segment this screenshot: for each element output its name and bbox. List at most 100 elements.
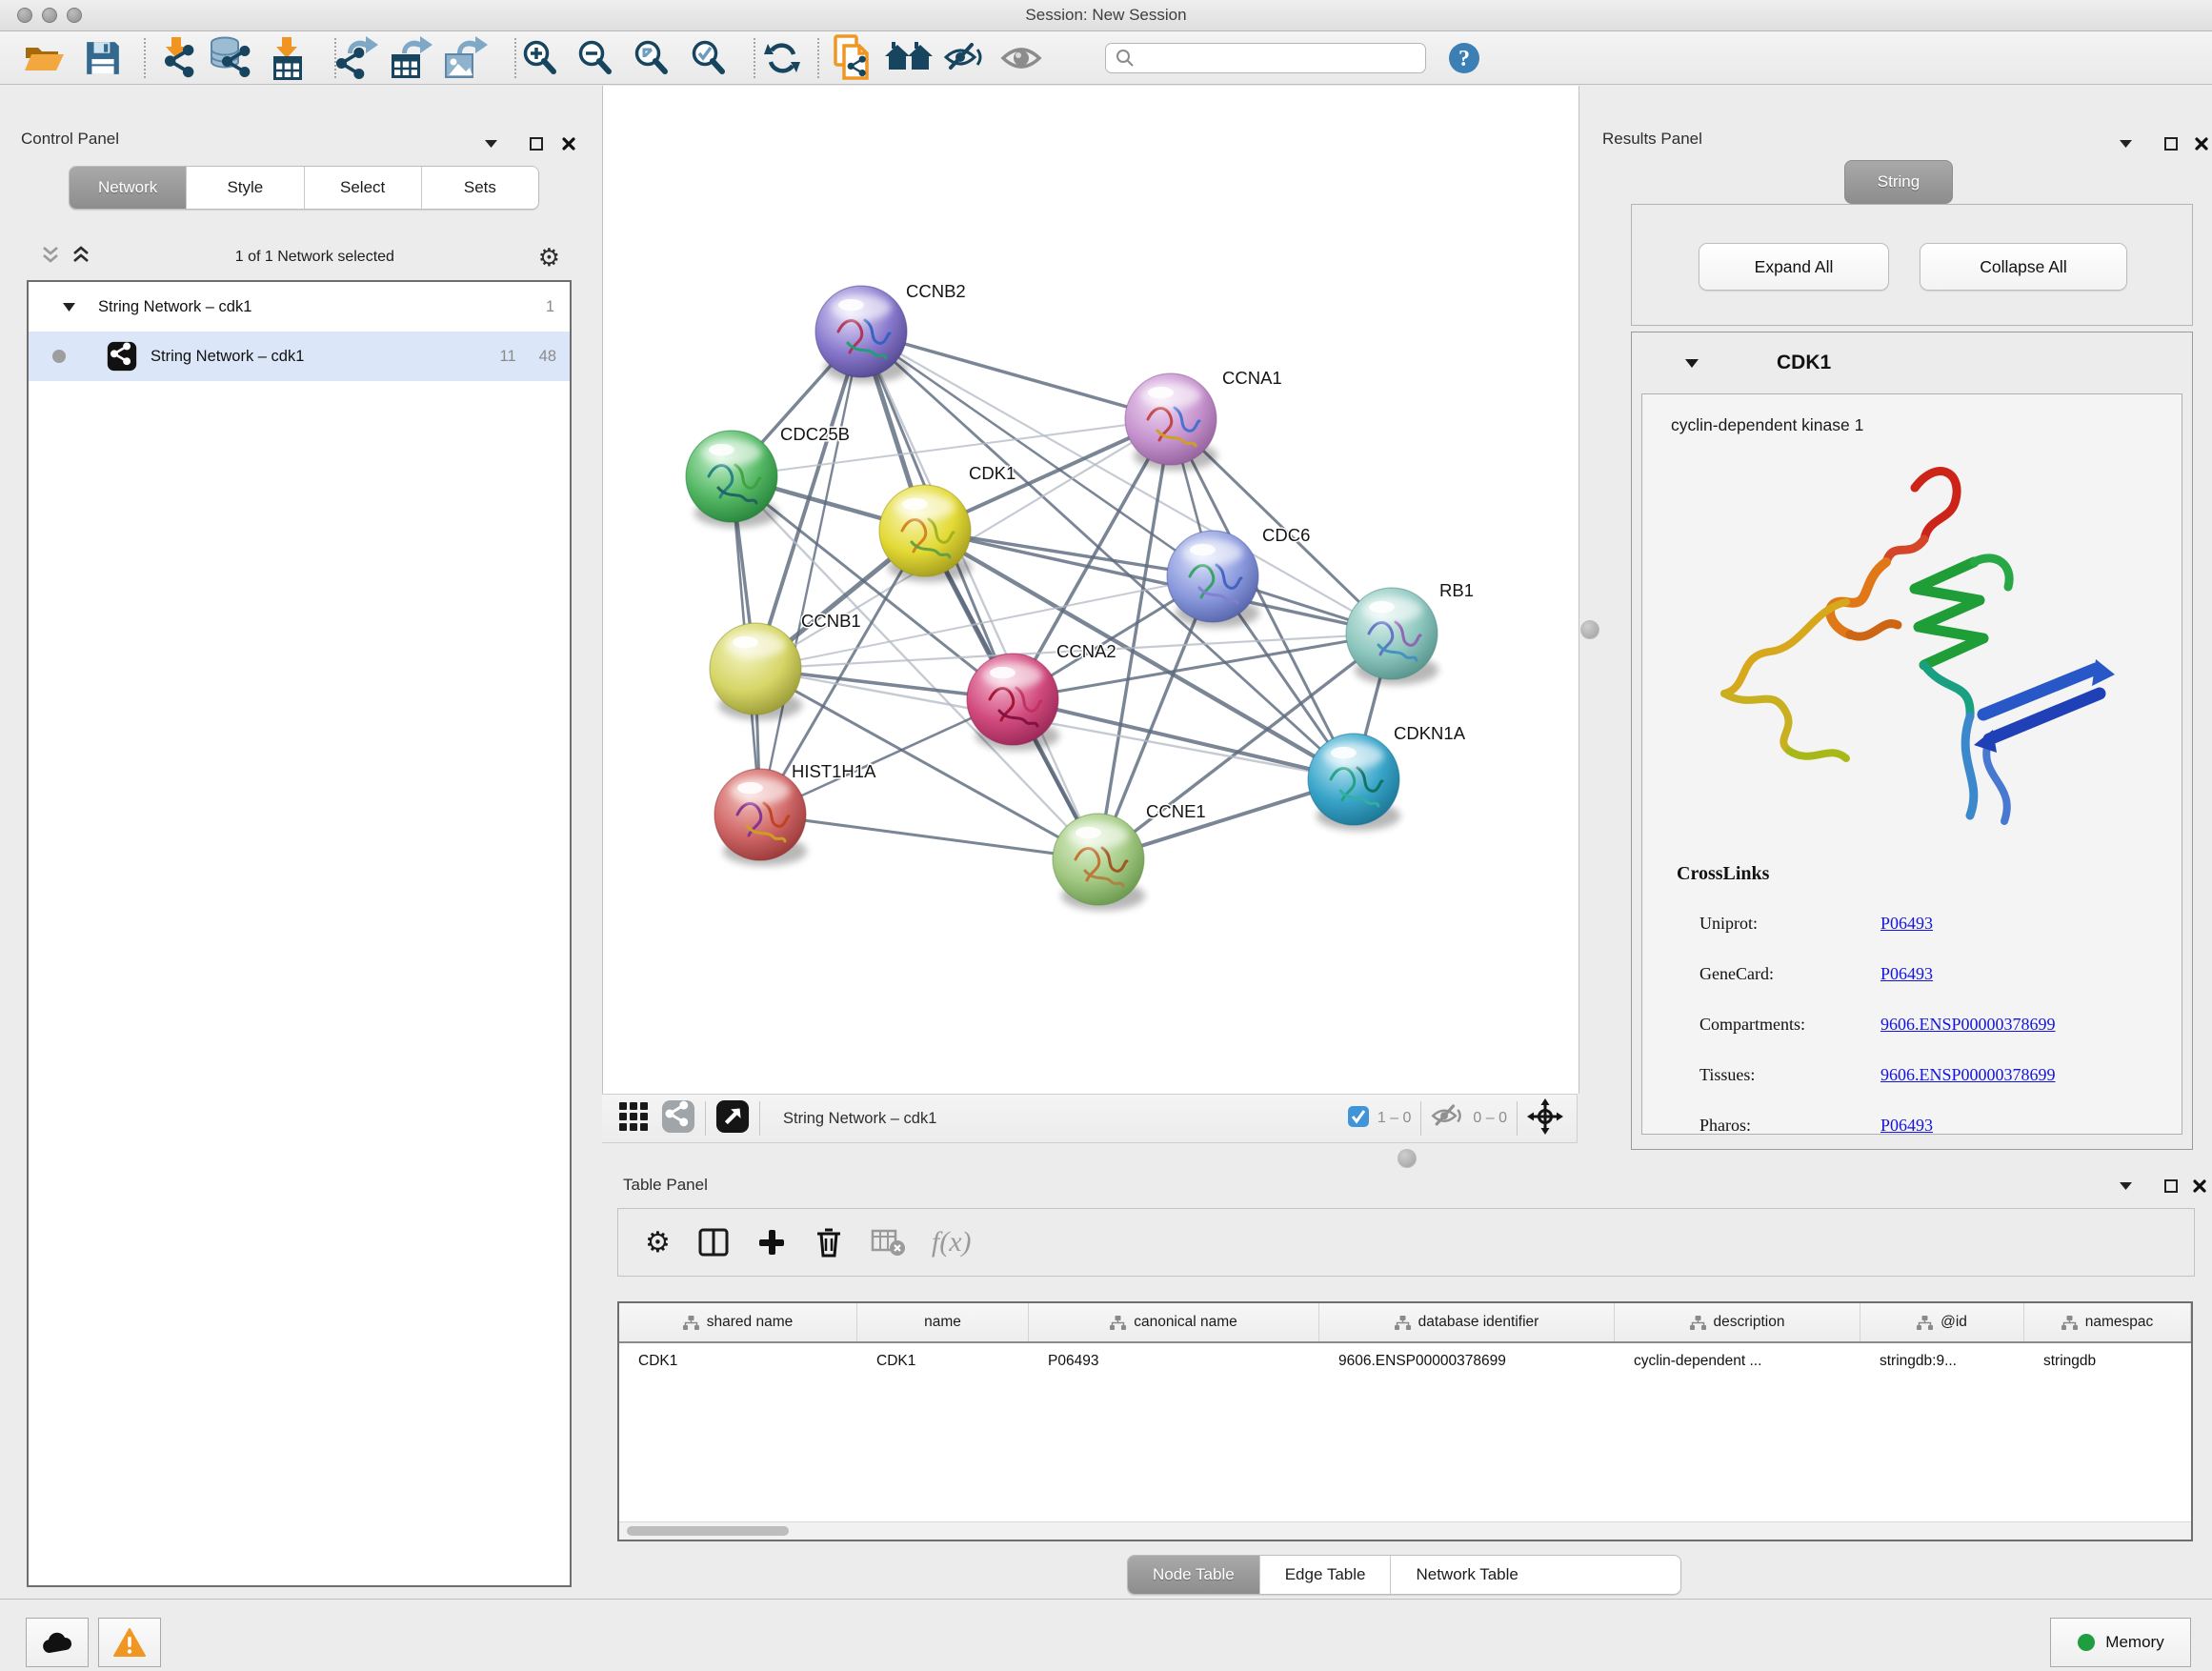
open-in-window-button[interactable]: [715, 1099, 750, 1138]
network-node-ccnb2[interactable]: [815, 286, 908, 383]
hide-graphics-details-button[interactable]: #toolbar .slash{stroke:#7fa8c6;fill:none…: [944, 40, 986, 76]
panel-menu-button[interactable]: [478, 131, 503, 156]
expand-all-button[interactable]: Expand All: [1699, 243, 1889, 291]
table-row[interactable]: CDK1CDK1P064939606.ENSP00000378699cyclin…: [619, 1343, 2191, 1379]
crosslink-link[interactable]: 9606.ENSP00000378699: [1880, 1065, 2056, 1085]
network-node-hist1h1a[interactable]: [714, 769, 807, 866]
zoom-selected-button[interactable]: [691, 39, 729, 77]
open-session-button[interactable]: [22, 39, 66, 77]
import-table-from-file-button[interactable]: [268, 36, 308, 80]
tab-sets[interactable]: Sets: [422, 167, 538, 209]
network-row[interactable]: String Network – cdk1 11 48: [29, 332, 570, 381]
horizontal-splitter-handle[interactable]: [1398, 1149, 1417, 1168]
tab-select[interactable]: Select: [305, 167, 422, 209]
memory-status-button[interactable]: Memory: [2050, 1618, 2191, 1667]
network-edge[interactable]: [925, 531, 1392, 634]
network-node-cdc25b[interactable]: [686, 431, 778, 528]
table-cell[interactable]: CDK1: [857, 1353, 1029, 1370]
panel-float-button[interactable]: [524, 131, 549, 156]
delete-column-button[interactable]: [814, 1226, 844, 1258]
crosslink-link[interactable]: P06493: [1880, 1116, 1933, 1136]
save-session-button[interactable]: [84, 39, 122, 77]
show-columns-button[interactable]: [697, 1227, 730, 1258]
network-node-cdkn1a[interactable]: [1308, 734, 1400, 831]
delete-table-button[interactable]: [871, 1227, 905, 1258]
cloud-status-button[interactable]: [26, 1618, 89, 1667]
column-header-name[interactable]: name: [857, 1303, 1029, 1341]
network-badge-button[interactable]: [661, 1099, 695, 1138]
panel-close-button[interactable]: [2189, 131, 2212, 156]
network-edge[interactable]: [760, 815, 1098, 859]
collapse-all-networks-button[interactable]: [40, 245, 61, 271]
zoom-out-button[interactable]: [577, 39, 615, 77]
show-graphics-details-button[interactable]: [1000, 41, 1042, 75]
column-header-namespac[interactable]: namespac: [2024, 1303, 2191, 1341]
function-builder-button[interactable]: f(x): [932, 1226, 972, 1258]
table-horizontal-scrollbar[interactable]: [619, 1521, 2191, 1540]
network-canvas[interactable]: CCNB2CCNA1CDC25BCDK1CDC6RB1CCNB1CCNA2CDK…: [602, 86, 1579, 1094]
network-options-gear-icon[interactable]: ⚙: [538, 243, 560, 272]
network-edge[interactable]: [760, 332, 861, 815]
panel-float-button[interactable]: [2159, 131, 2183, 156]
tab-style[interactable]: Style: [187, 167, 304, 209]
crosslink-link[interactable]: P06493: [1880, 914, 1933, 934]
search-input[interactable]: [1140, 50, 1425, 68]
tree-expander-icon[interactable]: [63, 303, 75, 312]
network-node-ccne1[interactable]: [1053, 814, 1145, 911]
column-header-shared-name[interactable]: shared name: [619, 1303, 857, 1341]
network-edge[interactable]: [861, 332, 1098, 859]
tab-node-table[interactable]: Node Table: [1128, 1556, 1260, 1594]
selected-checkbox[interactable]: [1347, 1105, 1370, 1133]
create-column-button[interactable]: [756, 1227, 787, 1258]
tab-string[interactable]: String: [1844, 160, 1953, 204]
panel-float-button[interactable]: [2159, 1174, 2183, 1198]
panel-close-button[interactable]: [556, 131, 581, 156]
network-edge[interactable]: [861, 332, 1392, 634]
node-table[interactable]: shared namenamecanonical namedatabase id…: [617, 1301, 2193, 1541]
column-header-description[interactable]: description: [1615, 1303, 1860, 1341]
network-node-cdc6[interactable]: [1167, 531, 1259, 628]
column-header--id[interactable]: @id: [1860, 1303, 2024, 1341]
first-neighbors-button[interactable]: [884, 39, 934, 77]
network-node-ccnb1[interactable]: [710, 623, 802, 720]
network-node-ccna2[interactable]: [967, 654, 1059, 751]
help-button[interactable]: ?: [1446, 40, 1482, 76]
table-cell[interactable]: cyclin-dependent ...: [1615, 1353, 1860, 1370]
network-node-cdk1[interactable]: [879, 485, 972, 582]
clone-network-button[interactable]: [832, 34, 875, 82]
section-expander-icon[interactable]: [1685, 359, 1699, 368]
zoom-fit-button[interactable]: [633, 39, 672, 77]
collapse-all-button[interactable]: Collapse All: [1920, 243, 2127, 291]
panel-menu-button[interactable]: [2113, 131, 2138, 156]
import-network-from-database-button[interactable]: [209, 36, 254, 80]
network-node-rb1[interactable]: [1346, 588, 1438, 685]
network-edge[interactable]: [1013, 699, 1354, 779]
search-field[interactable]: [1105, 43, 1426, 73]
table-options-gear-icon[interactable]: ⚙: [645, 1226, 671, 1259]
table-cell[interactable]: 9606.ENSP00000378699: [1319, 1353, 1615, 1370]
network-collection-row[interactable]: String Network – cdk1 1: [29, 282, 570, 332]
crosslink-link[interactable]: P06493: [1880, 964, 1933, 984]
export-image-button[interactable]: [443, 35, 489, 81]
table-cell[interactable]: P06493: [1029, 1353, 1319, 1370]
table-cell[interactable]: stringdb:9...: [1860, 1353, 2024, 1370]
panel-close-button[interactable]: [2187, 1174, 2212, 1198]
network-node-ccna1[interactable]: [1125, 373, 1217, 471]
tab-network[interactable]: Network: [70, 167, 187, 209]
refresh-view-button[interactable]: [762, 38, 802, 78]
panel-menu-button[interactable]: [2113, 1174, 2138, 1198]
export-table-button[interactable]: [388, 35, 433, 81]
scrollbar-thumb[interactable]: [627, 1526, 789, 1536]
expand-all-networks-button[interactable]: [70, 245, 91, 271]
tab-edge-table[interactable]: Edge Table: [1260, 1556, 1392, 1594]
table-cell[interactable]: stringdb: [2024, 1353, 2191, 1370]
hidden-elements-button[interactable]: [1431, 1102, 1465, 1136]
column-header-database-identifier[interactable]: database identifier: [1319, 1303, 1615, 1341]
tab-network-table[interactable]: Network Table: [1391, 1556, 1542, 1594]
crosslink-link[interactable]: 9606.ENSP00000378699: [1880, 1015, 2056, 1035]
table-cell[interactable]: CDK1: [619, 1353, 857, 1370]
warning-status-button[interactable]: [98, 1618, 161, 1667]
zoom-in-button[interactable]: [522, 39, 560, 77]
grid-view-button[interactable]: [617, 1100, 650, 1137]
import-network-from-file-button[interactable]: [155, 36, 199, 80]
